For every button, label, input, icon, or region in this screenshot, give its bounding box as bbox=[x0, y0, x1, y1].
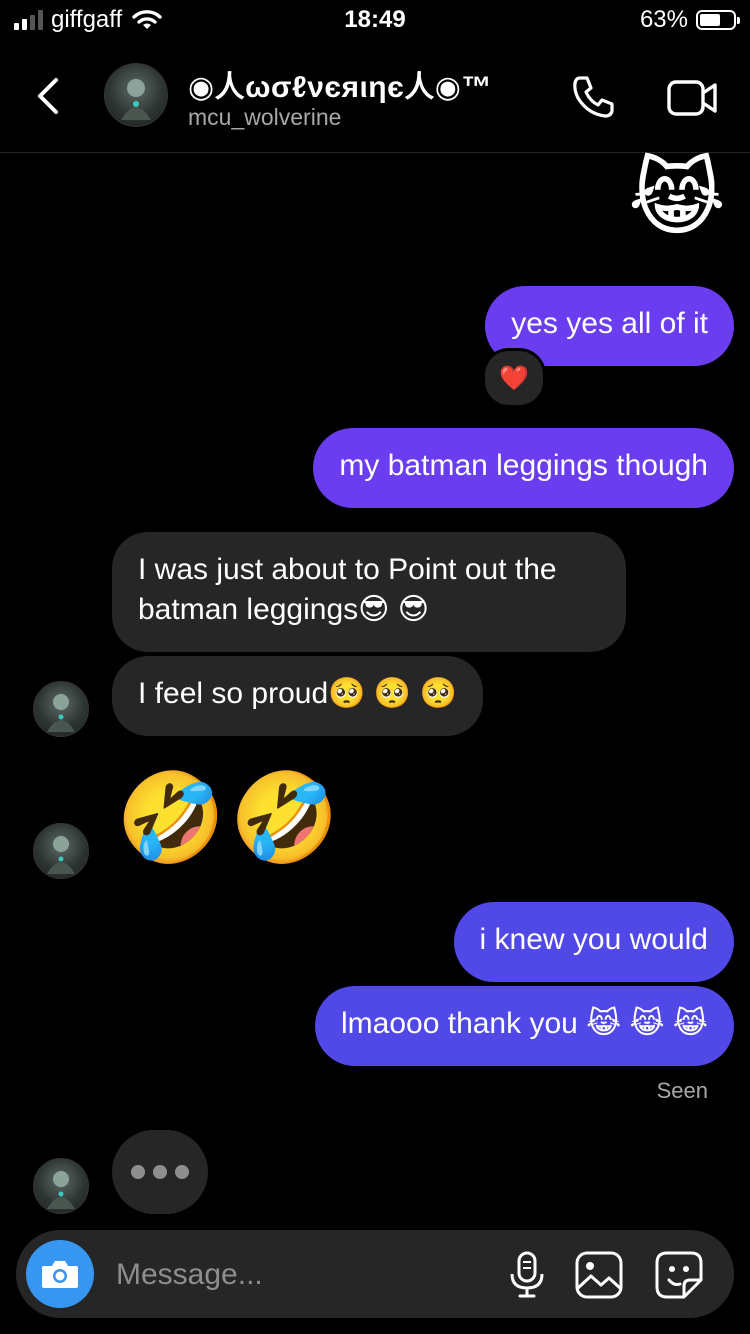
incoming-message-2[interactable]: I feel so proud🥺 🥺 🥺 bbox=[112, 656, 483, 736]
typing-dot bbox=[131, 1165, 145, 1179]
incoming-message-1-line-2: batman leggings😎 😎 bbox=[138, 593, 430, 626]
message-input[interactable] bbox=[114, 1248, 478, 1302]
cat-emoji-message[interactable]: 😹 bbox=[628, 156, 726, 240]
sticker-icon[interactable] bbox=[654, 1250, 704, 1300]
laughing-emoji-message[interactable]: 🤣🤣 bbox=[116, 774, 343, 862]
video-camera-icon[interactable] bbox=[666, 76, 720, 120]
battery-area: 63% bbox=[639, 6, 740, 34]
seen-indicator: Seen bbox=[656, 1078, 708, 1103]
outgoing-message-3[interactable]: i knew you would bbox=[453, 902, 734, 982]
outgoing-message-4[interactable]: lmaooo thank you 😹 😹 😹 bbox=[315, 986, 734, 1066]
incoming-message-1-line-1: I was just about to Point out the bbox=[138, 553, 557, 586]
typing-dot bbox=[153, 1165, 167, 1179]
battery-percent: 63% bbox=[639, 6, 688, 33]
camera-icon bbox=[42, 1261, 78, 1288]
clock: 18:49 bbox=[344, 6, 406, 33]
battery-icon bbox=[696, 10, 740, 30]
status-bar: giffgaff 18:49 63% bbox=[0, 0, 750, 44]
battery-level-fill bbox=[700, 14, 720, 26]
contact-username[interactable]: mcu_wolverine bbox=[188, 104, 341, 131]
sender-avatar[interactable] bbox=[33, 823, 89, 879]
microphone-icon[interactable] bbox=[502, 1250, 552, 1300]
dm-screen: giffgaff 18:49 63% ◉人ωσℓνєяιηє人◉™ mcu_wo… bbox=[0, 0, 750, 1334]
contact-avatar[interactable] bbox=[104, 63, 168, 127]
phone-icon[interactable] bbox=[570, 74, 618, 120]
message-composer bbox=[16, 1230, 734, 1318]
incoming-message-1[interactable]: I was just about to Point out the batman… bbox=[112, 532, 626, 652]
typing-dot bbox=[175, 1165, 189, 1179]
outgoing-message-2[interactable]: my batman leggings though bbox=[313, 428, 734, 508]
contact-display-name[interactable]: ◉人ωσℓνєяιηє人◉™ bbox=[188, 62, 492, 106]
camera-button[interactable] bbox=[26, 1240, 94, 1308]
heart-reaction[interactable]: ❤️ bbox=[482, 348, 546, 408]
sender-avatar[interactable] bbox=[33, 1158, 89, 1214]
gallery-icon[interactable] bbox=[574, 1250, 624, 1300]
sender-avatar[interactable] bbox=[33, 681, 89, 737]
chat-header: ◉人ωσℓνєяιηє人◉™ mcu_wolverine bbox=[0, 48, 750, 153]
typing-indicator bbox=[112, 1130, 208, 1214]
back-arrow-icon[interactable] bbox=[30, 74, 66, 118]
